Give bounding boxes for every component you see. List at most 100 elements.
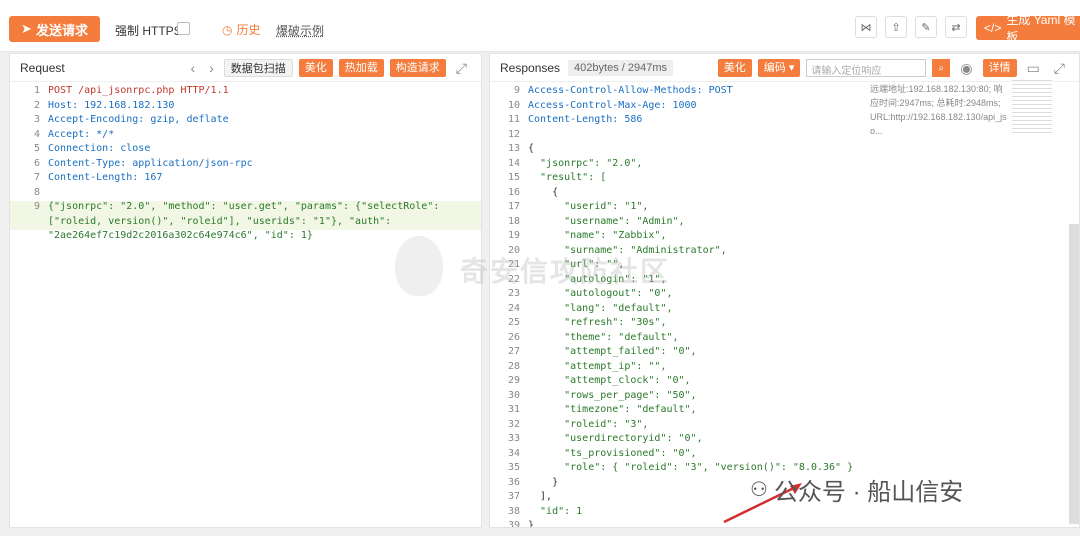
code-line: 29 "attempt_clock": "0",	[490, 375, 1079, 390]
watermark-text: 奇安信攻防社区	[460, 256, 671, 287]
code-line: 15 "result": [	[490, 172, 1079, 187]
swap-icon[interactable]: ⇄	[945, 16, 967, 38]
line-number: 25	[507, 317, 520, 328]
send-request-button[interactable]: ➤ 发送请求	[9, 16, 100, 42]
code-line: 26 "theme": "default",	[490, 332, 1079, 347]
line-text: "username": "Admin",	[528, 215, 685, 227]
line-number: 33	[507, 433, 520, 444]
code-line: 28 "attempt_ip": "",	[490, 361, 1079, 376]
line-text: Content-Length: 167	[48, 172, 163, 183]
request-title: Request	[20, 60, 65, 75]
line-text: Access-Control-Max-Age: 1000	[528, 99, 697, 111]
response-scrollbar[interactable]	[1069, 224, 1079, 524]
line-number: 35	[507, 462, 520, 473]
line-text: "ts_provisioned": "0",	[528, 447, 697, 459]
info-line: o...	[870, 126, 883, 136]
line-number: 13	[507, 143, 520, 154]
line-number: 9	[513, 85, 520, 96]
top-icon-group: ⋈ ⇧ ✎ ⇄	[855, 16, 967, 38]
info-line: 远端地址:192.168.182.130:80; 响	[870, 84, 1003, 94]
search-icon[interactable]: ⌕	[932, 59, 951, 77]
line-text: Content-Length: 586	[528, 114, 643, 125]
encode-dropdown[interactable]: 编码 ▾	[757, 59, 801, 77]
social-watermark: ⚇ 公众号 · 船山信安	[750, 472, 963, 507]
line-text: "attempt_clock": "0",	[528, 375, 691, 386]
social-text: 公众号 · 船山信安	[773, 479, 964, 506]
line-text: {	[528, 186, 559, 198]
code-line: 13 {	[490, 143, 1079, 158]
line-text: "result": [	[528, 172, 607, 183]
detail-button[interactable]: 详情	[982, 59, 1017, 77]
line-text: "refresh": "30s",	[528, 317, 667, 328]
code-line: 25 "refresh": "30s",	[490, 317, 1079, 332]
response-beautify-button[interactable]: 美化	[717, 59, 752, 77]
line-number: 12	[507, 128, 520, 140]
expand-icon[interactable]: ⤢	[452, 60, 471, 77]
upload-icon[interactable]: ⇧	[885, 16, 907, 38]
line-number: 1	[33, 85, 40, 96]
build-request-button[interactable]: 构造请求	[389, 59, 446, 77]
edit-icon[interactable]: ✎	[915, 16, 937, 38]
brute-example-link[interactable]: 爆破示例	[276, 22, 324, 39]
info-line: 应时间:2947ms; 总耗时:2948ms;	[870, 98, 1001, 108]
line-number: 7	[33, 172, 40, 183]
line-number: 8	[33, 186, 40, 198]
force-https-checkbox[interactable]	[177, 22, 190, 35]
line-text: "roleid": "3",	[528, 418, 649, 430]
line-number: 29	[507, 375, 520, 386]
share-icon[interactable]: ⋈	[855, 16, 877, 38]
line-number: 19	[507, 230, 520, 241]
code-line: 16 {	[490, 187, 1079, 202]
line-text: }	[528, 476, 559, 488]
line-number: 37	[507, 491, 520, 502]
prev-arrow-icon[interactable]: ‹	[186, 60, 199, 76]
line-number: 14	[507, 157, 520, 169]
line-text: ["roleid, version()", "roleid"], "userid…	[48, 215, 392, 227]
code-line: 27 "attempt_failed": "0",	[490, 346, 1079, 361]
line-number: 24	[507, 302, 520, 314]
line-number: 34	[507, 447, 520, 459]
line-text: ],	[528, 491, 553, 502]
encode-label: 编码	[763, 62, 786, 74]
hot-load-button[interactable]: 热加载	[338, 59, 384, 77]
line-number: 17	[507, 201, 520, 212]
generate-yaml-button[interactable]: </> 生成 Yaml 模板	[976, 13, 1080, 44]
line-number: 39	[507, 520, 520, 527]
line-text: Access-Control-Allow-Methods: POST	[528, 85, 733, 96]
packet-scan-button[interactable]: 数据包扫描	[223, 59, 293, 77]
line-text: {	[528, 143, 535, 154]
line-text: Content-Type: application/json-rpc	[48, 157, 253, 169]
code-line: 3 Accept-Encoding: gzip, deflate	[10, 114, 481, 129]
code-line: 32 "roleid": "3",	[490, 419, 1079, 434]
code-line: ["roleid, version()", "roleid"], "userid…	[10, 215, 481, 230]
line-number: 5	[33, 143, 40, 154]
minimap[interactable]	[1012, 80, 1052, 136]
response-search-input[interactable]: 请输入定位响应	[806, 59, 927, 77]
chrome-icon[interactable]: ◉	[956, 60, 976, 77]
code-line: 14 "jsonrpc": "2.0",	[490, 158, 1079, 173]
comment-icon[interactable]: ▭	[1023, 60, 1044, 77]
history-button[interactable]: ◷ 历史	[222, 21, 261, 38]
line-text: Accept: */*	[48, 128, 115, 140]
code-line: 34 "ts_provisioned": "0",	[490, 448, 1079, 463]
request-editor[interactable]: 1 POST /api_jsonrpc.php HTTP/1.1 2 Host: 19…	[10, 83, 481, 527]
response-editor[interactable]: 9 Access-Control-Allow-Methods: POST 10 Acc…	[490, 83, 1079, 527]
line-text: "name": "Zabbix",	[528, 230, 667, 241]
request-panel-header: Request ‹ › 数据包扫描 美化 热加载 构造请求 ⤢	[10, 54, 481, 82]
info-line: URL:http://192.168.182.130/api_js	[870, 112, 1007, 122]
next-arrow-icon[interactable]: ›	[205, 60, 218, 76]
line-number: 30	[507, 389, 520, 401]
request-beautify-button[interactable]: 美化	[298, 59, 333, 77]
line-number: 26	[507, 331, 520, 343]
line-text: "id": 1	[528, 505, 583, 517]
code-line: 31 "timezone": "default",	[490, 404, 1079, 419]
line-text: Accept-Encoding: gzip, deflate	[48, 114, 229, 125]
code-line: 24 "lang": "default",	[490, 303, 1079, 318]
line-text: "jsonrpc": "2.0",	[528, 157, 643, 169]
line-text: }	[528, 520, 535, 527]
code-line: 19 "name": "Zabbix",	[490, 230, 1079, 245]
expand-icon[interactable]: ⤢	[1050, 60, 1069, 77]
line-number: 23	[507, 288, 520, 299]
code-line: 1 POST /api_jsonrpc.php HTTP/1.1	[10, 85, 481, 100]
response-title: Responses	[500, 60, 561, 75]
